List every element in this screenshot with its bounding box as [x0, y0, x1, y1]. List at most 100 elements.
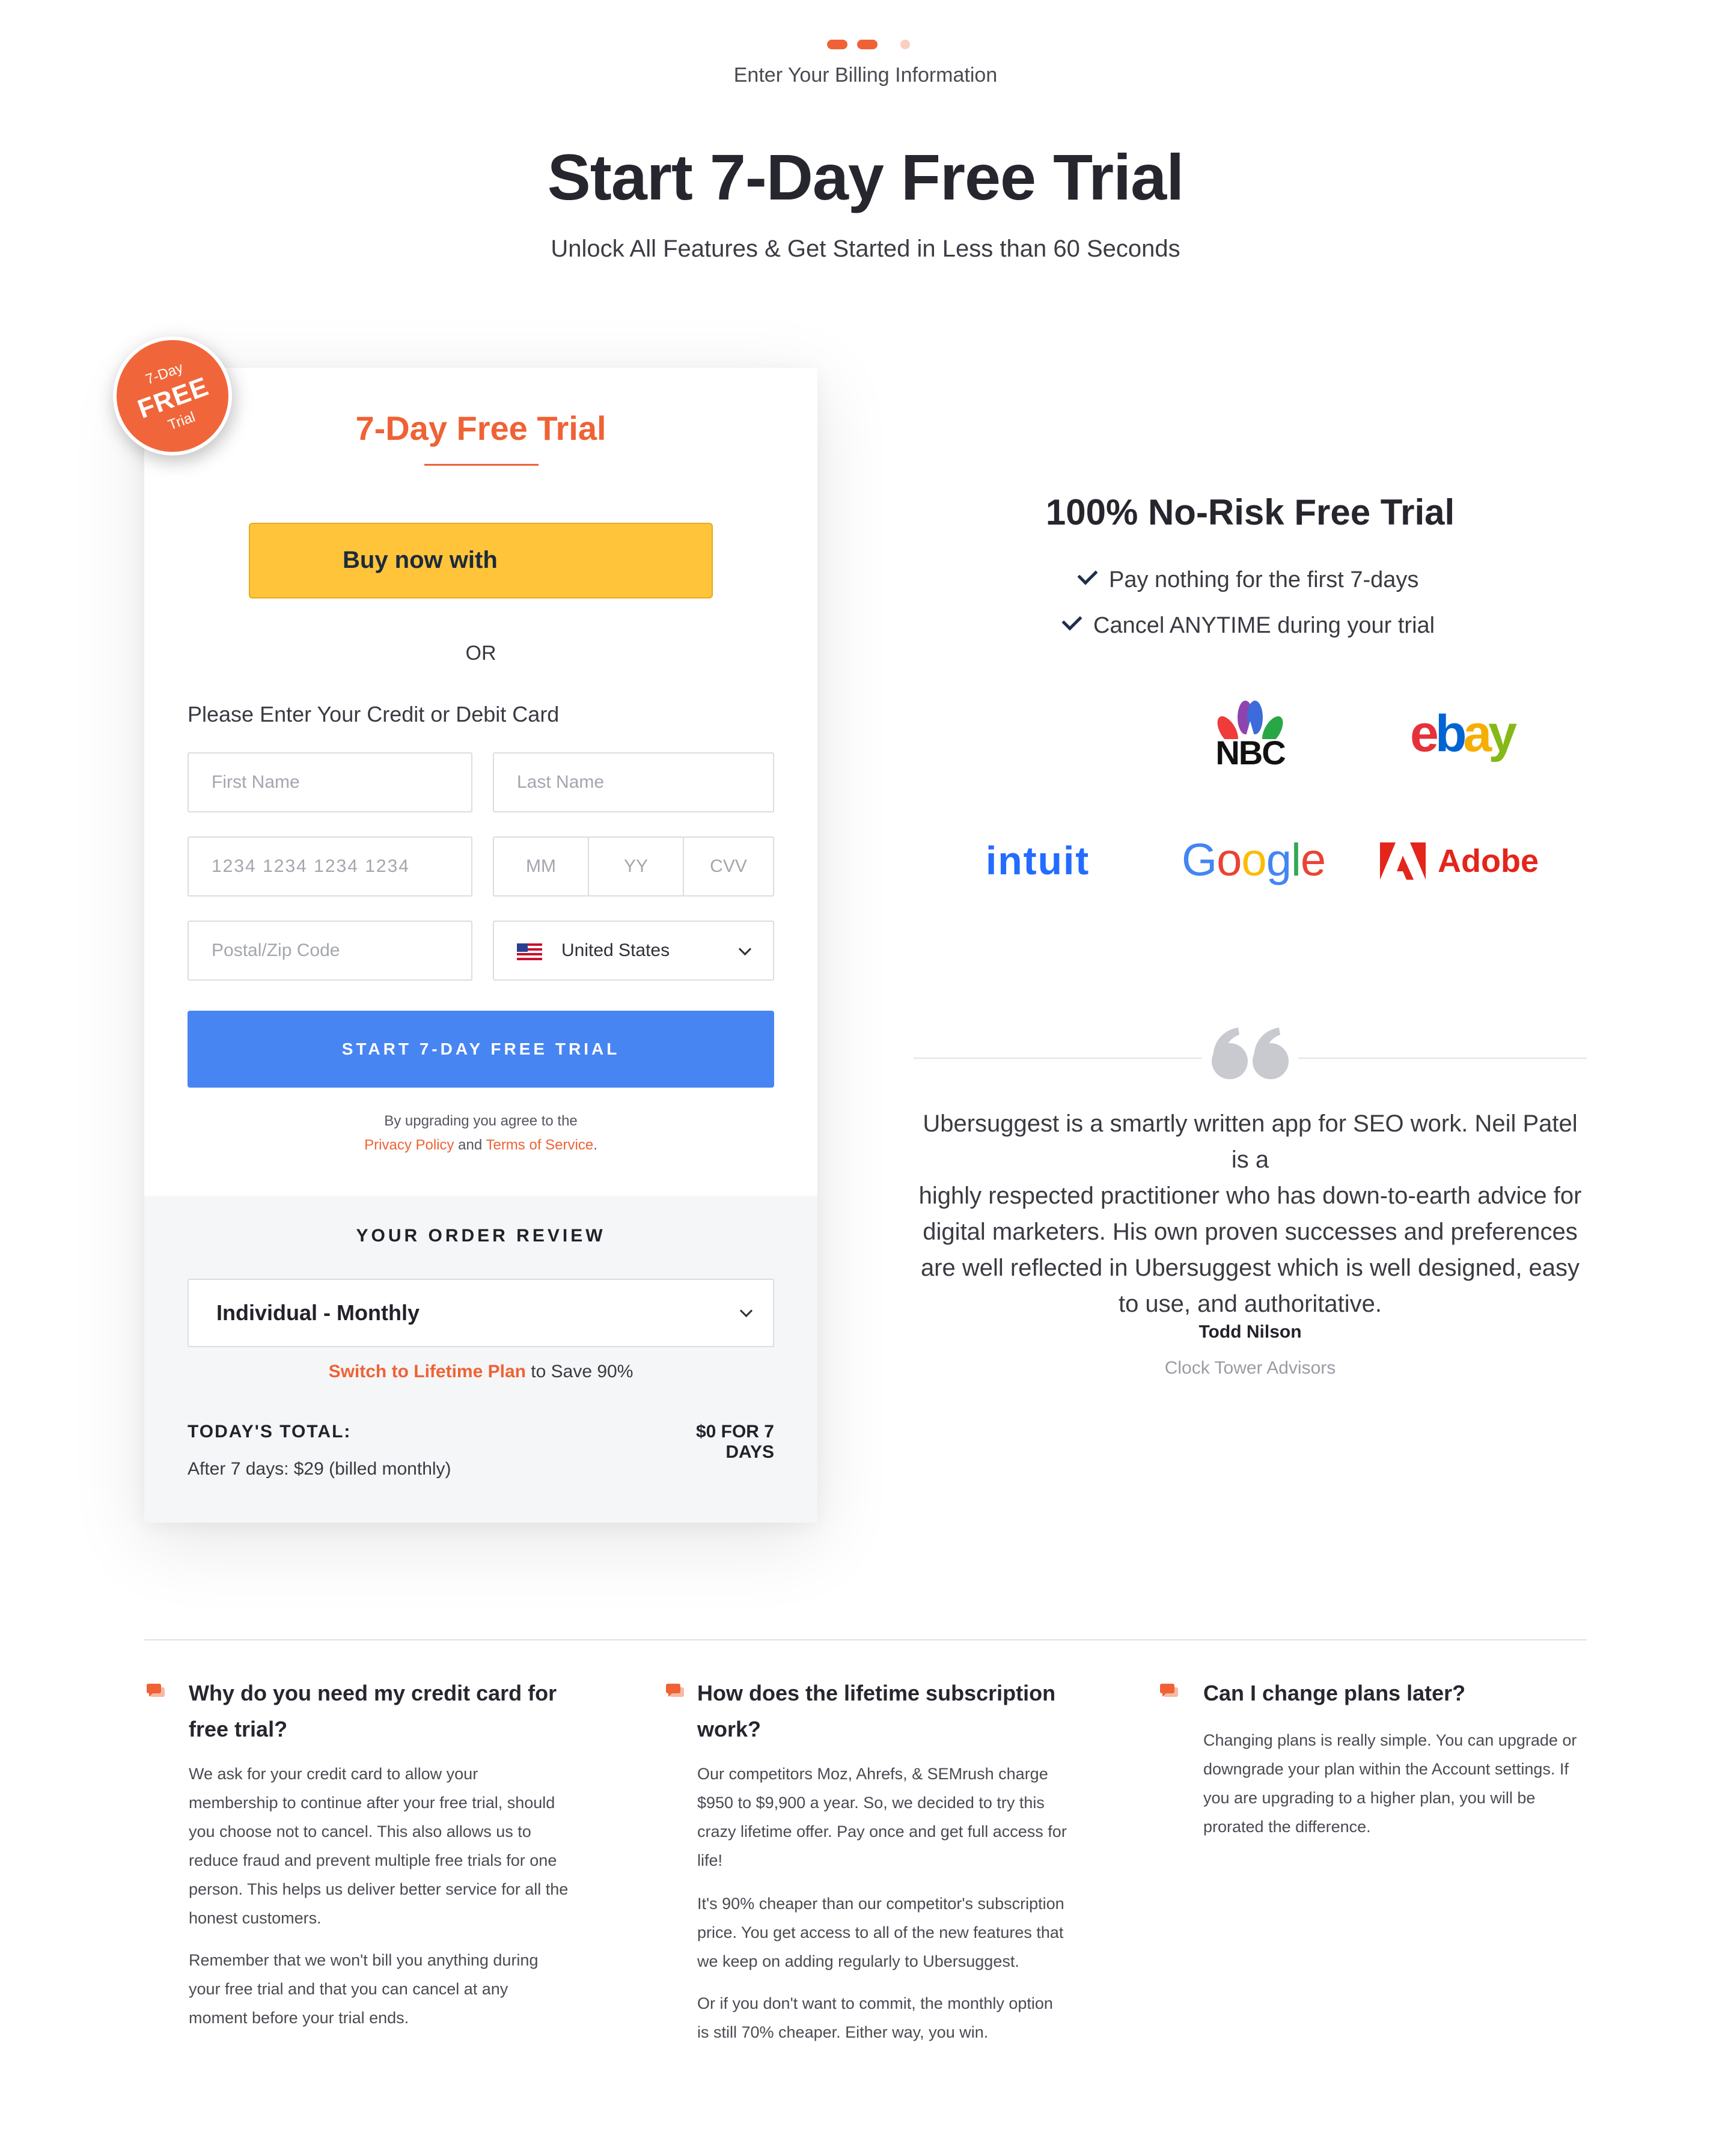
testimonial-line: are well reflected in Ubersuggest which … — [920, 1255, 1580, 1281]
adobe-icon — [1380, 842, 1426, 880]
chat-bubble-icon — [1160, 1684, 1178, 1697]
faq-answer-paragraph: Remember that we won't bill you anything… — [189, 1946, 538, 2032]
legal-period: . — [593, 1137, 597, 1153]
faq-answer-paragraph: Changing plans is really simple. You can… — [1203, 1726, 1577, 1841]
adobe-text: Adobe — [1438, 843, 1539, 879]
legal-text: By upgrading you agree to the — [384, 1113, 578, 1129]
card-title-underline — [424, 464, 539, 466]
faq-answer-line: $950 to $9,900 a year. So, we decided to… — [697, 1794, 1045, 1812]
no-risk-point-text: Cancel ANYTIME during your trial — [1093, 613, 1435, 638]
faq-answer-line: person. This helps us deliver better ser… — [189, 1880, 569, 1898]
faq-question-line: How does the lifetime subscription — [697, 1681, 1056, 1705]
ebay-logo: ebay — [1410, 705, 1517, 763]
total-value: $0 FOR 7 DAYS — [695, 1422, 774, 1462]
adobe-logo: Adobe — [1380, 841, 1542, 883]
check-icon — [1077, 564, 1098, 585]
no-risk-point: Pay nothing for the first 7-days — [1077, 564, 1419, 593]
chevron-down-icon — [738, 942, 752, 956]
faq-answer-line: you are upgrading to a higher plan, you … — [1203, 1789, 1536, 1807]
page-subtitle: Unlock All Features & Get Started in Les… — [551, 236, 1180, 262]
faq-answer-line: you choose not to cancel. This also allo… — [189, 1823, 531, 1841]
us-flag-icon — [517, 943, 542, 960]
quote-divider-right — [1298, 1058, 1587, 1059]
terms-of-service-link[interactable]: Terms of Service — [486, 1137, 593, 1153]
paypal-button-label: Buy now with — [343, 547, 498, 573]
faq-question-line: Can I change plans later? — [1203, 1681, 1466, 1705]
nbc-text: NBC — [1215, 734, 1286, 772]
expiry-month-input[interactable]: MM — [493, 836, 589, 897]
page-title: Start 7-Day Free Trial — [547, 141, 1184, 213]
faq-question-line: free trial? — [189, 1717, 288, 1741]
switch-lifetime-link[interactable]: Switch to Lifetime Plan — [329, 1362, 526, 1381]
faq-answer-line: moment before your trial ends. — [189, 2009, 409, 2027]
faq-answer-line: It's 90% cheaper than our competitor's s… — [697, 1895, 1064, 1913]
no-risk-title: 100% No-Risk Free Trial — [1045, 492, 1455, 532]
quote-divider-left — [914, 1058, 1202, 1059]
testimonial-line: highly respected practitioner who has do… — [918, 1183, 1582, 1209]
testimonial-quote: Ubersuggest is a smartly written app for… — [914, 1106, 1587, 1322]
faq-answer-line: We ask for your credit card to allow you… — [189, 1765, 478, 1783]
faq-answer-line: downgrade your plan within the Account s… — [1203, 1760, 1569, 1778]
quote-icon — [1212, 1028, 1289, 1079]
chevron-down-icon — [739, 1304, 753, 1318]
postal-code-input[interactable]: Postal/Zip Code — [188, 921, 472, 981]
faq-divider — [144, 1639, 1587, 1640]
chat-bubble-icon — [666, 1684, 684, 1697]
last-name-input[interactable]: Last Name — [493, 752, 774, 812]
faq-question-line: work? — [697, 1717, 762, 1741]
check-icon — [1061, 610, 1082, 631]
faq-answer-paragraph: Our competitors Moz, Ahrefs, & SEMrush c… — [697, 1759, 1067, 1875]
legal-and: and — [454, 1137, 486, 1153]
chat-bubble-icon — [147, 1684, 165, 1697]
testimonial-author: Todd Nilson — [1198, 1322, 1302, 1342]
faq-question: How does the lifetime subscription work? — [697, 1675, 1055, 1747]
start-trial-button[interactable]: START 7-DAY FREE TRIAL — [188, 1011, 774, 1088]
total-label: TODAY'S TOTAL: — [188, 1422, 352, 1442]
or-divider: OR — [465, 642, 496, 665]
no-risk-point: Cancel ANYTIME during your trial — [1061, 610, 1435, 639]
plan-select[interactable]: Individual - Monthly — [188, 1279, 774, 1347]
faq-answer-line: Or if you don't want to commit, the mont… — [697, 1994, 1053, 2012]
step-label: Enter Your Billing Information — [733, 64, 998, 87]
switch-plan-line: Switch to Lifetime Plan to Save 90% — [144, 1362, 817, 1382]
faq-question: Why do you need my credit card for free … — [189, 1675, 557, 1747]
progress-dot-3 — [900, 40, 910, 49]
faq-answer-line: prorated the difference. — [1203, 1818, 1371, 1836]
intuit-logo: intuit — [986, 838, 1090, 883]
faq-answer-line: we keep on adding regularly to Ubersugge… — [697, 1952, 1019, 1970]
legal-links: Privacy Policy and Terms of Service. — [144, 1137, 817, 1154]
progress-dot-2 — [857, 40, 878, 49]
google-logo: Google — [1182, 835, 1326, 886]
testimonial-line: to use, and authoritative. — [1118, 1291, 1382, 1317]
faq-answer-line: price. You get access to all of the new … — [697, 1923, 1064, 1941]
paypal-button[interactable]: Buy now with — [249, 523, 713, 598]
faq-answer-line: life! — [697, 1851, 723, 1869]
card-prompt: Please Enter Your Credit or Debit Card — [188, 702, 560, 726]
faq-answer-line: your free trial and that you can cancel … — [189, 1980, 508, 1998]
card-number-input[interactable]: 1234 1234 1234 1234 — [188, 836, 472, 897]
faq-question-line: Why do you need my credit card for — [189, 1681, 557, 1705]
expiry-year-input[interactable]: YY — [588, 836, 684, 897]
no-risk-point-text: Pay nothing for the first 7-days — [1109, 567, 1419, 592]
faq-answer-line: Our competitors Moz, Ahrefs, & SEMrush c… — [697, 1765, 1048, 1783]
faq-answer-line: is still 70% cheaper. Either way, you wi… — [697, 2023, 989, 2041]
cvv-input[interactable]: CVV — [683, 836, 774, 897]
faq-question: Can I change plans later? — [1203, 1675, 1465, 1711]
country-value: United States — [561, 940, 670, 960]
testimonial-line: Ubersuggest is a smartly written app for… — [923, 1110, 1578, 1173]
billing-note: After 7 days: $29 (billed monthly) — [188, 1459, 451, 1479]
country-select[interactable]: United States — [493, 921, 774, 981]
faq-answer-paragraph: We ask for your credit card to allow you… — [189, 1759, 568, 1932]
card-title: 7-Day Free Trial — [355, 409, 606, 447]
plan-select-value: Individual - Monthly — [216, 1300, 420, 1325]
faq-answer-line: membership to continue after your free t… — [189, 1794, 555, 1812]
faq-answer-line: honest customers. — [189, 1909, 322, 1927]
switch-plan-suffix: to Save 90% — [525, 1362, 633, 1381]
faq-answer-line: crazy lifetime offer. Pay once and get f… — [697, 1823, 1067, 1841]
testimonial-company: Clock Tower Advisors — [1164, 1358, 1336, 1378]
privacy-policy-link[interactable]: Privacy Policy — [364, 1137, 454, 1153]
faq-answer-paragraph: Or if you don't want to commit, the mont… — [697, 1989, 1053, 2047]
nbc-logo: NBC — [1208, 697, 1292, 775]
first-name-input[interactable]: First Name — [188, 752, 472, 812]
faq-answer-line: reduce fraud and prevent multiple free t… — [189, 1851, 557, 1869]
